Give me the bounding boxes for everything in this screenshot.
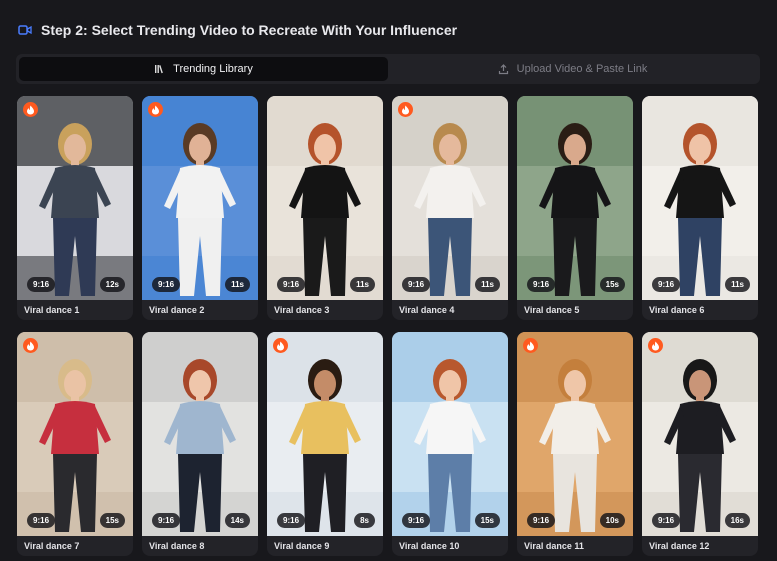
video-title: Viral dance 5 <box>524 305 580 315</box>
video-card[interactable]: 9:16 14s Viral dance 8 <box>142 332 258 556</box>
aspect-ratio-badge: 9:16 <box>152 277 181 292</box>
duration-badge: 12s <box>99 277 125 292</box>
trending-fire-icon <box>23 102 38 117</box>
duration-badge: 11s <box>225 277 250 292</box>
video-thumbnail[interactable] <box>642 96 758 300</box>
video-card[interactable]: 9:16 11s Viral dance 2 <box>142 96 258 320</box>
video-card[interactable]: 9:16 11s Viral dance 4 <box>392 96 508 320</box>
trending-fire-icon <box>398 102 413 117</box>
video-title: Viral dance 6 <box>649 305 705 315</box>
video-title: Viral dance 3 <box>274 305 330 315</box>
upload-icon <box>498 63 508 74</box>
library-icon <box>155 65 164 74</box>
tab-label: Trending Library <box>173 63 253 75</box>
video-card[interactable]: 9:16 12s Viral dance 1 <box>17 96 133 320</box>
page-title: Step 2: Select Trending Video to Recreat… <box>41 22 458 38</box>
trending-fire-icon <box>148 102 163 117</box>
aspect-ratio-badge: 9:16 <box>152 513 181 528</box>
duration-badge: 15s <box>99 513 125 528</box>
video-title: Viral dance 10 <box>399 541 460 551</box>
video-title: Viral dance 2 <box>149 305 205 315</box>
video-thumbnail[interactable] <box>267 332 383 536</box>
video-title: Viral dance 1 <box>24 305 80 315</box>
video-grid: 9:16 12s Viral dance 1 9:16 11s Viral da… <box>17 96 758 556</box>
aspect-ratio-badge: 9:16 <box>277 277 306 292</box>
video-title: Viral dance 11 <box>524 541 584 551</box>
duration-badge: 10s <box>599 513 625 528</box>
duration-badge: 11s <box>350 277 375 292</box>
aspect-ratio-badge: 9:16 <box>27 513 56 528</box>
duration-badge: 14s <box>224 513 250 528</box>
aspect-ratio-badge: 9:16 <box>527 513 556 528</box>
video-thumbnail[interactable] <box>142 96 258 300</box>
trending-fire-icon <box>273 338 288 353</box>
video-card[interactable]: 9:16 11s Viral dance 3 <box>267 96 383 320</box>
tab-trending-library[interactable]: Trending Library <box>19 57 388 81</box>
video-thumbnail[interactable] <box>642 332 758 536</box>
aspect-ratio-badge: 9:16 <box>527 277 556 292</box>
source-tabs: Trending Library Upload Video & Paste Li… <box>16 54 760 84</box>
video-thumbnail[interactable] <box>267 96 383 300</box>
video-title: Viral dance 12 <box>649 541 710 551</box>
aspect-ratio-badge: 9:16 <box>277 513 306 528</box>
video-title: Viral dance 7 <box>24 541 80 551</box>
video-card[interactable]: 9:16 15s Viral dance 5 <box>517 96 633 320</box>
video-title: Viral dance 9 <box>274 541 330 551</box>
video-thumbnail[interactable] <box>392 332 508 536</box>
video-card[interactable]: 9:16 16s Viral dance 12 <box>642 332 758 556</box>
video-card[interactable]: 9:16 11s Viral dance 6 <box>642 96 758 320</box>
video-card[interactable]: 9:16 10s Viral dance 11 <box>517 332 633 556</box>
duration-badge: 15s <box>599 277 625 292</box>
aspect-ratio-badge: 9:16 <box>652 277 681 292</box>
trending-fire-icon <box>523 338 538 353</box>
video-thumbnail[interactable] <box>142 332 258 536</box>
duration-badge: 15s <box>474 513 500 528</box>
video-thumbnail[interactable] <box>517 96 633 300</box>
video-card[interactable]: 9:16 8s Viral dance 9 <box>267 332 383 556</box>
aspect-ratio-badge: 9:16 <box>402 513 431 528</box>
duration-badge: 16s <box>724 513 750 528</box>
video-camera-icon <box>18 25 32 35</box>
trending-fire-icon <box>23 338 38 353</box>
video-title: Viral dance 8 <box>149 541 205 551</box>
tab-upload-video[interactable]: Upload Video & Paste Link <box>388 57 757 81</box>
step-header: Step 2: Select Trending Video to Recreat… <box>18 22 457 38</box>
video-card[interactable]: 9:16 15s Viral dance 7 <box>17 332 133 556</box>
duration-badge: 11s <box>475 277 500 292</box>
video-thumbnail[interactable] <box>17 332 133 536</box>
duration-badge: 8s <box>354 513 375 528</box>
video-title: Viral dance 4 <box>399 305 455 315</box>
aspect-ratio-badge: 9:16 <box>402 277 431 292</box>
video-thumbnail[interactable] <box>517 332 633 536</box>
aspect-ratio-badge: 9:16 <box>27 277 56 292</box>
video-thumbnail[interactable] <box>392 96 508 300</box>
duration-badge: 11s <box>725 277 750 292</box>
video-card[interactable]: 9:16 15s Viral dance 10 <box>392 332 508 556</box>
trending-fire-icon <box>648 338 663 353</box>
tab-label: Upload Video & Paste Link <box>516 63 648 75</box>
video-thumbnail[interactable] <box>17 96 133 300</box>
aspect-ratio-badge: 9:16 <box>652 513 681 528</box>
